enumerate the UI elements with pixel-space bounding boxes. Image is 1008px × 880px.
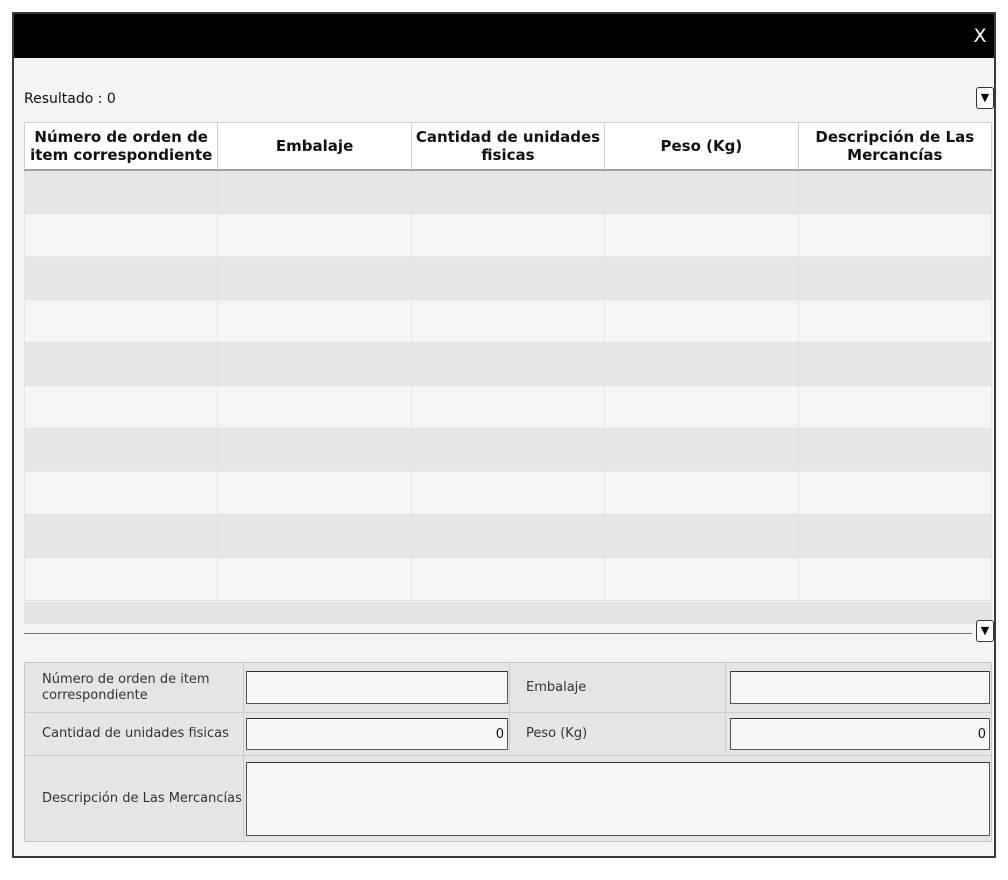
table-cell [410, 514, 606, 558]
form-collapse-button[interactable]: ▼ [976, 620, 994, 642]
table-cell [217, 299, 412, 343]
table-cell [217, 213, 412, 257]
table-cell [797, 471, 993, 515]
table-cell [410, 342, 606, 386]
table-cell [23, 385, 219, 429]
table-cell [217, 471, 412, 515]
table-cell [217, 514, 412, 558]
table-cell [23, 557, 219, 601]
table-cell [23, 213, 219, 257]
chevron-down-icon: ▼ [980, 624, 990, 637]
description-label: Descripción de Las Mercancías [42, 790, 242, 806]
table-row[interactable] [23, 213, 993, 257]
section-divider [24, 633, 972, 634]
table-cell [797, 299, 993, 343]
table-cell [797, 514, 993, 558]
table-cell [604, 342, 799, 386]
table-cell [217, 557, 412, 601]
table-cell [410, 428, 606, 472]
chevron-down-icon: ▼ [980, 91, 990, 104]
table-row[interactable] [23, 342, 993, 386]
table-cell [410, 169, 606, 214]
table-cell [410, 471, 606, 515]
weight-label: Peso (Kg) [526, 726, 588, 741]
table-cell [217, 256, 412, 300]
item-order-field[interactable] [246, 671, 508, 704]
table-row[interactable] [23, 299, 993, 343]
table-cell [604, 514, 799, 558]
table-cell [797, 256, 993, 300]
table-cell [604, 169, 799, 214]
table-cell [797, 428, 993, 472]
item-detail-form: Número de orden de item correspondiente … [24, 662, 992, 842]
table-row[interactable] [23, 169, 993, 214]
packaging-label: Embalaje [526, 679, 587, 695]
table-cell [604, 256, 799, 300]
table-cell [797, 557, 993, 601]
weight-field[interactable] [730, 718, 990, 750]
table-cell [604, 557, 799, 601]
table-cell [410, 385, 606, 429]
table-row[interactable] [23, 385, 993, 429]
table-cell [23, 169, 219, 214]
table-cell [604, 299, 799, 343]
table-cell [217, 428, 412, 472]
column-header-weight[interactable]: Peso (Kg) [604, 122, 799, 171]
table-cell [797, 342, 993, 386]
dialog-titlebar: X [14, 14, 994, 58]
table-cell [217, 342, 412, 386]
table-cell [797, 385, 993, 429]
units-label: Cantidad de unidades fisicas [42, 726, 229, 741]
table-cell [217, 385, 412, 429]
column-header-description[interactable]: Descripción de Las Mercancías [797, 122, 993, 171]
packaging-field[interactable] [730, 671, 990, 704]
table-row[interactable] [23, 557, 993, 601]
table-cell [23, 514, 219, 558]
table-cell [797, 169, 993, 214]
item-order-label: Número de orden de item correspondiente [42, 671, 210, 703]
description-field[interactable] [246, 762, 990, 836]
table-cell [797, 213, 993, 257]
table-cell [604, 385, 799, 429]
column-header-units[interactable]: Cantidad de unidades fisicas [410, 122, 606, 171]
table-cell [23, 428, 219, 472]
grid-footer [24, 602, 992, 624]
close-button[interactable]: X [970, 24, 990, 48]
table-cell [604, 428, 799, 472]
table-cell [410, 557, 606, 601]
table-row[interactable] [23, 514, 993, 558]
table-cell [23, 256, 219, 300]
table-cell [410, 299, 606, 343]
units-field[interactable] [246, 718, 508, 750]
table-header-row: Número de orden de item correspondiente … [23, 122, 993, 171]
table-cell [604, 471, 799, 515]
table-cell [217, 169, 412, 214]
column-header-item-order[interactable]: Número de orden de item correspondiente [23, 122, 219, 171]
table-row[interactable] [23, 471, 993, 515]
grid-collapse-button[interactable]: ▼ [976, 87, 994, 109]
table-cell [23, 471, 219, 515]
table-cell [410, 256, 606, 300]
table-cell [410, 213, 606, 257]
table-cell [604, 213, 799, 257]
table-body [23, 169, 993, 601]
table-cell [23, 299, 219, 343]
table-cell [23, 342, 219, 386]
result-count: Resultado : 0 [24, 91, 116, 107]
column-header-packaging[interactable]: Embalaje [217, 122, 412, 171]
goods-detail-dialog: X Resultado : 0 ▼ Número de orden de ite… [12, 12, 996, 858]
table-row[interactable] [23, 256, 993, 300]
table-row[interactable] [23, 428, 993, 472]
goods-table: Número de orden de item correspondiente … [23, 122, 993, 601]
